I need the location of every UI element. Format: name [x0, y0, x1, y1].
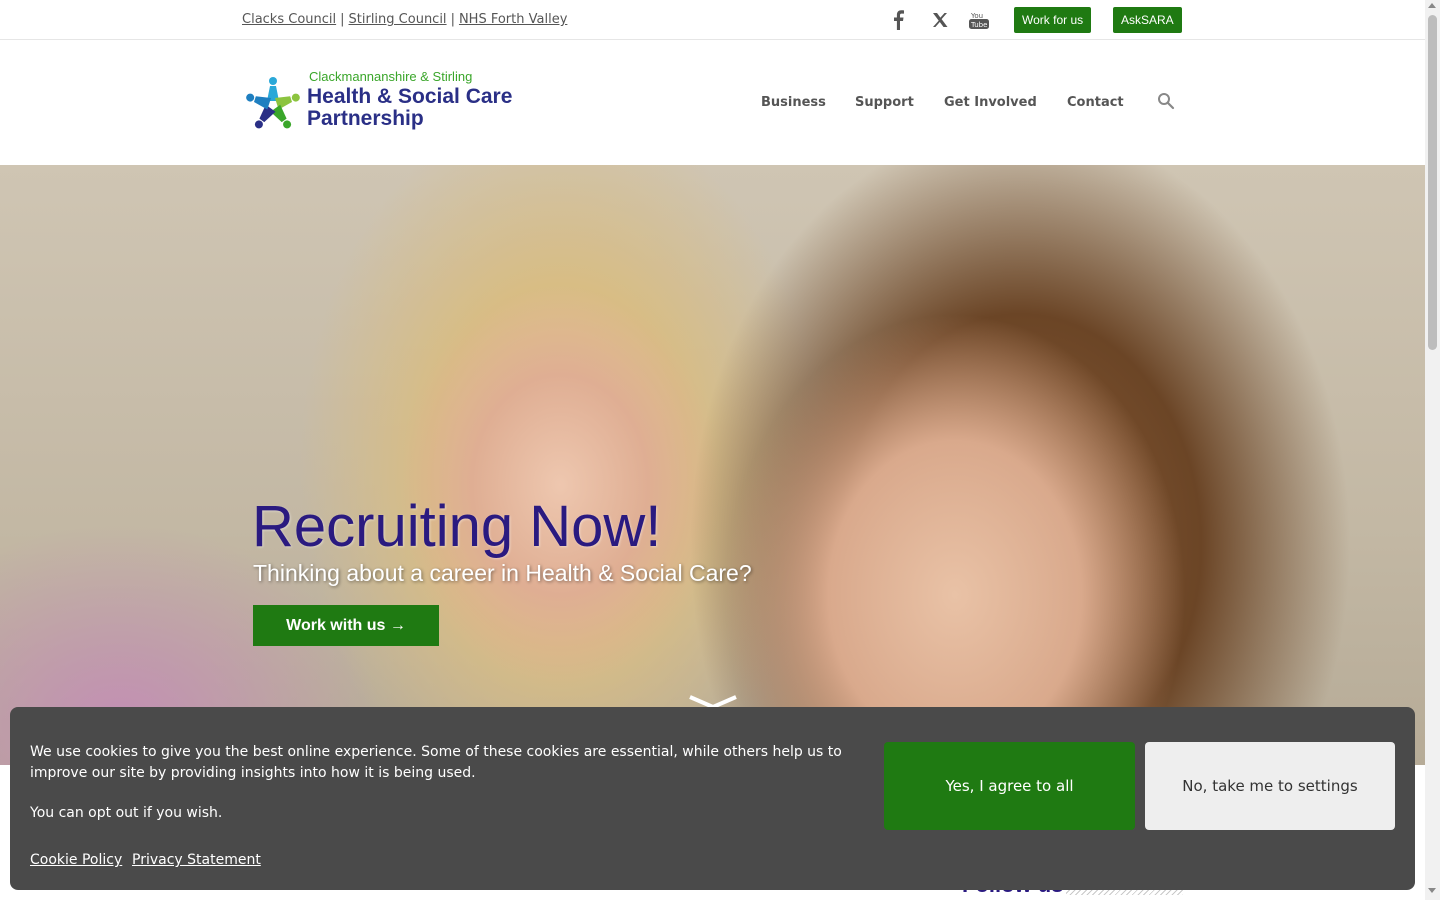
link-clacks-council[interactable]: Clacks Council [242, 12, 336, 27]
logo-title: Health & Social Care Partnership [307, 86, 512, 130]
link-stirling-council[interactable]: Stirling Council [349, 12, 447, 27]
separator: | [340, 12, 345, 27]
cookie-settings-button[interactable]: No, take me to settings [1145, 742, 1395, 830]
site-header: Clackmannanshire & Stirling Health & Soc… [0, 40, 1425, 165]
hero-banner: Recruiting Now! Thinking about a career … [0, 165, 1425, 765]
logo-title-line1: Health & Social Care [307, 85, 513, 108]
page: Clacks Council | Stirling Council | NHS Fort… [0, 0, 1425, 900]
separator: | [450, 12, 455, 27]
privacy-statement-link[interactable]: Privacy Statement [132, 852, 261, 868]
nav-get-involved[interactable]: Get Involved [944, 95, 1037, 110]
work-with-us-button[interactable]: Work with us → [253, 605, 439, 646]
x-icon[interactable] [929, 9, 951, 31]
scroll-down-arrow-icon[interactable] [1428, 888, 1436, 893]
site-logo[interactable]: Clackmannanshire & Stirling Health & Soc… [242, 68, 512, 138]
asksara-button[interactable]: AskSARA [1113, 7, 1182, 33]
search-icon[interactable] [1157, 92, 1175, 110]
nav-business[interactable]: Business [761, 95, 826, 110]
youtube-icon-text-you: You [970, 12, 983, 20]
cookie-banner: We use cookies to give you the best onli… [10, 707, 1415, 890]
top-utility-bar: Clacks Council | Stirling Council | NHS Fort… [0, 0, 1425, 40]
cookie-policy-link[interactable]: Cookie Policy [30, 852, 122, 868]
nav-contact[interactable]: Contact [1067, 95, 1124, 110]
scroll-up-arrow-icon[interactable] [1428, 3, 1436, 8]
page-scrollbar[interactable] [1425, 0, 1440, 900]
hero-title: Recruiting Now! [252, 494, 662, 559]
logo-title-line2: Partnership [307, 107, 424, 130]
scrollbar-thumb[interactable] [1428, 15, 1437, 350]
youtube-icon-text-tube: Tube [970, 21, 987, 29]
cookie-message: We use cookies to give you the best onli… [30, 744, 842, 781]
logo-subtitle: Clackmannanshire & Stirling [309, 69, 473, 84]
hero-subtitle: Thinking about a career in Health & Soci… [253, 560, 752, 586]
logo-mark-icon [246, 77, 300, 129]
youtube-icon[interactable]: You Tube [967, 9, 991, 31]
cookie-optout-text: You can opt out if you wish. [30, 805, 223, 821]
work-for-us-button[interactable]: Work for us [1014, 7, 1092, 33]
agree-all-button[interactable]: Yes, I agree to all [884, 742, 1135, 830]
facebook-icon[interactable] [887, 9, 909, 31]
nav-support[interactable]: Support [855, 95, 914, 110]
link-nhs-forth-valley[interactable]: NHS Forth Valley [459, 12, 567, 27]
partner-links: Clacks Council | Stirling Council | NHS Fort… [242, 12, 567, 27]
